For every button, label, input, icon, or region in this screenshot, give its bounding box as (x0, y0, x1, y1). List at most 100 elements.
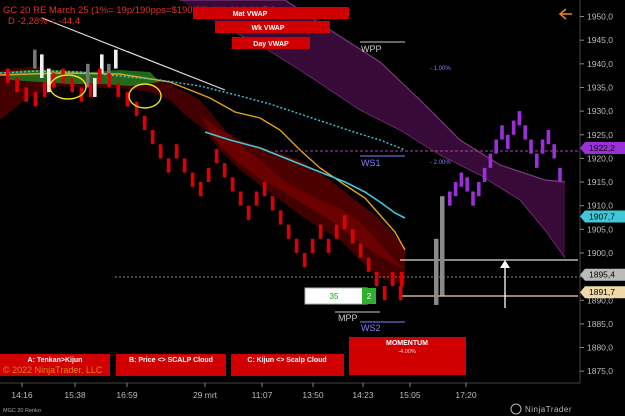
renko-bar-up (448, 191, 452, 206)
renko-bar-down (278, 210, 283, 225)
y-tick-label: 1910,0 (587, 201, 613, 211)
renko-bar-down (334, 224, 339, 239)
counter-value: 35 (330, 292, 339, 301)
renko-chart: GC 20 RE March 25 (1%= 19p/190pps=$190.0… (0, 0, 625, 416)
renko-bar-down (326, 238, 331, 253)
copyright: © 2022 NinjaTrader, LLC (3, 365, 103, 375)
renko-bar-down (246, 205, 251, 220)
momentum-label: MOMENTUM (386, 340, 428, 347)
y-tick-label: 1885,0 (587, 319, 613, 329)
renko-bar-up (500, 125, 504, 140)
renko-bar-up (535, 153, 539, 168)
renko-bar-up (552, 144, 556, 159)
renko-bar-down (358, 243, 363, 258)
counter-count: 2 (367, 292, 372, 301)
renko-bar-down (182, 158, 187, 173)
renko-bar-up (465, 177, 469, 192)
renko-bar-up (529, 139, 533, 154)
renko-bar-up (558, 167, 562, 183)
momentum-sub: -4.00% (398, 349, 416, 355)
renko-bar-down (238, 191, 243, 206)
x-tick-label: 15:05 (399, 390, 421, 400)
x-tick-label: 16:59 (116, 390, 138, 400)
renko-bar-down (262, 182, 267, 197)
price-tag-label: 1891,7 (589, 287, 615, 297)
ws2-label: WS2 (361, 323, 381, 333)
x-tick-label: 14:16 (11, 390, 33, 400)
wk-vwap-button[interactable]: Wk VWAP (215, 21, 330, 33)
day-vwap-label: Day VWAP (253, 41, 289, 48)
renko-bar-down (366, 257, 371, 272)
renko-bar-up (459, 172, 464, 187)
renko-bar-neutral (114, 49, 118, 69)
x-tick-label: 29 mrt (193, 390, 218, 400)
y-tick-label: 1875,0 (587, 366, 613, 376)
y-tick-label: 1950,0 (587, 12, 613, 22)
renko-bar-down (302, 252, 307, 268)
price-scalp-button[interactable]: B: Price <> SCALP Cloud (116, 354, 226, 376)
y-tick-label: 1880,0 (587, 343, 613, 353)
y-tick-label: 1935,0 (587, 82, 613, 92)
kijun-scalp-label: C: Kijun <> Scalp Cloud (247, 357, 326, 364)
renko-bar-down (198, 182, 203, 197)
y-tick-label: 1905,0 (587, 224, 613, 234)
kijun-scalp-button[interactable]: C: Kijun <> Scalp Cloud (231, 354, 344, 376)
renko-bar-up (506, 134, 510, 149)
day-vwap-button[interactable]: Day VWAP (232, 37, 310, 49)
renko-bar-down (24, 87, 28, 102)
renko-bar-down (390, 271, 395, 287)
renko-bar-down (286, 224, 291, 239)
price-tag: 1922,2 (580, 141, 625, 154)
renko-bar-down (88, 82, 93, 97)
x-tick-label: 13:50 (302, 390, 324, 400)
mat-vwap-button[interactable]: Mat VWAP (193, 7, 349, 19)
footer-label: MGC 20 Renko (3, 408, 41, 414)
renko-bar-down (270, 196, 275, 211)
renko-bar-down (254, 191, 259, 206)
renko-bar-down (70, 78, 74, 93)
price-tag: 1895,4 (580, 268, 625, 281)
renko-bar-up (477, 182, 481, 197)
renko-bar-neutral (33, 49, 37, 69)
renko-bar-neutral (93, 78, 97, 97)
renko-bar-up (471, 191, 475, 206)
renko-bar-up (488, 153, 493, 168)
price-tag-label: 1895,4 (589, 270, 615, 280)
renko-bar-down (382, 286, 387, 301)
x-tick-label: 17:20 (455, 390, 477, 400)
renko-bar-transition (434, 238, 439, 305)
renko-bar-up (494, 139, 498, 154)
price-tag: 1891,7 (580, 286, 625, 299)
price-tag-label: 1922,2 (589, 143, 615, 153)
renko-bar-down (98, 68, 102, 83)
renko-bar-down (174, 144, 179, 159)
renko-bar-down (294, 238, 299, 253)
momentum-button[interactable]: MOMENTUM -4.00% (349, 337, 466, 375)
renko-bar-down (398, 286, 403, 301)
mat-vwap-label: Mat VWAP (233, 11, 268, 18)
renko-bar-down (190, 172, 195, 187)
price-tag: 1907,7 (580, 210, 625, 223)
renko-bar-down (342, 215, 347, 230)
renko-bar-down (158, 144, 163, 159)
renko-bar-down (374, 271, 379, 287)
y-tick-label: 1945,0 (587, 35, 613, 45)
renko-bar-down (166, 158, 171, 173)
renko-bar-down (214, 148, 219, 164)
renko-bar-down (206, 167, 211, 183)
renko-bar-down (400, 271, 404, 287)
renko-bar-down (350, 229, 355, 244)
renko-bar-down (6, 68, 10, 83)
renko-bar-down (222, 163, 227, 178)
ws1-label: WS1 (361, 158, 381, 168)
renko-bar-transition (440, 196, 445, 296)
y-tick-label: 1930,0 (587, 106, 613, 116)
renko-bar-neutral (40, 54, 44, 79)
wk-vwap-label: Wk VWAP (251, 25, 284, 32)
renko-bar-down (310, 238, 315, 253)
renko-bar-down (134, 101, 139, 116)
y-tick-label: 1940,0 (587, 59, 613, 69)
renko-bar-up (517, 111, 522, 126)
wpp-label: WPP (361, 44, 382, 54)
x-tick-label: 14:23 (352, 390, 374, 400)
